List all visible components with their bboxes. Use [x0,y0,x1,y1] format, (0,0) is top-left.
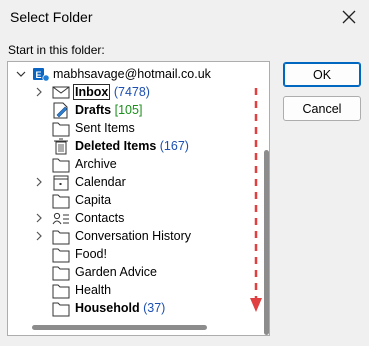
folder-icon [52,120,70,137]
household-label: Household [75,301,140,315]
conversation-history-label: Conversation History [75,229,192,243]
tree-item-inbox[interactable]: Inbox (7478) [8,83,258,102]
archive-label: Archive [75,157,117,171]
contacts-label: Contacts [75,211,125,225]
tree-item-garden-advice[interactable]: Garden Advice [8,263,258,282]
food-label: Food! [75,247,107,261]
account-label: mabhsavage@hotmail.co.uk [53,67,211,81]
ok-button[interactable]: OK [283,62,361,87]
expand-icon[interactable] [33,212,45,224]
tree-item-sent-items[interactable]: Sent Items [8,119,258,138]
calendar-label: Calendar [75,175,126,189]
start-folder-label: Start in this folder: [8,43,105,57]
folder-icon [52,228,70,245]
folder-icon [52,264,70,281]
expand-icon[interactable] [33,176,45,188]
tree-item-capita[interactable]: Capita [8,191,258,210]
tree-item-deleted-items[interactable]: Deleted Items (167) [8,137,258,156]
capita-label: Capita [75,193,112,207]
deleted-items-count: (167) [159,139,189,153]
inbox-unread-count: (7478) [113,85,150,99]
horizontal-scrollbar[interactable] [32,325,207,330]
folder-tree[interactable]: E mabhsavage@hotmail.co.uk Inbox (7478) … [7,61,270,336]
expand-icon[interactable] [33,86,45,98]
mail-icon [52,84,70,101]
tree-item-calendar[interactable]: Calendar [8,173,258,192]
tree-item-household[interactable]: Household (37) [8,299,258,318]
vertical-scrollbar[interactable] [264,150,269,335]
folder-icon [52,300,70,317]
inbox-label: Inbox [73,84,111,100]
garden-advice-label: Garden Advice [75,265,157,279]
folder-icon [52,156,70,173]
title-bar: Select Folder [0,0,369,36]
tree-item-conversation-history[interactable]: Conversation History [8,227,258,246]
drafts-count: [105] [114,103,143,117]
trash-icon [52,138,70,155]
tree-item-contacts[interactable]: Contacts [8,209,258,228]
folder-icon [52,246,70,263]
tree-item-health[interactable]: Health [8,281,258,300]
sent-items-label: Sent Items [75,121,135,135]
cancel-button[interactable]: Cancel [283,96,361,121]
household-count: (37) [143,301,166,315]
svg-text:E: E [36,70,42,80]
expand-icon[interactable] [33,230,45,242]
scroll-down-annotation-arrow-icon [250,88,262,312]
dialog-title: Select Folder [10,9,93,25]
contacts-icon [52,210,70,227]
drafts-icon [52,102,70,119]
close-icon [342,10,356,24]
close-button[interactable] [337,5,361,29]
outlook-account-icon: E [32,66,50,83]
drafts-label: Drafts [75,103,112,117]
tree-item-archive[interactable]: Archive [8,155,258,174]
health-label: Health [75,283,112,297]
deleted-items-label: Deleted Items [75,139,157,153]
calendar-icon [52,174,70,191]
collapse-icon[interactable] [15,68,27,80]
tree-root-account[interactable]: E mabhsavage@hotmail.co.uk [8,65,258,84]
folder-icon [52,192,70,209]
tree-item-food[interactable]: Food! [8,245,258,264]
tree-item-drafts[interactable]: Drafts [105] [8,101,258,120]
folder-icon [52,282,70,299]
